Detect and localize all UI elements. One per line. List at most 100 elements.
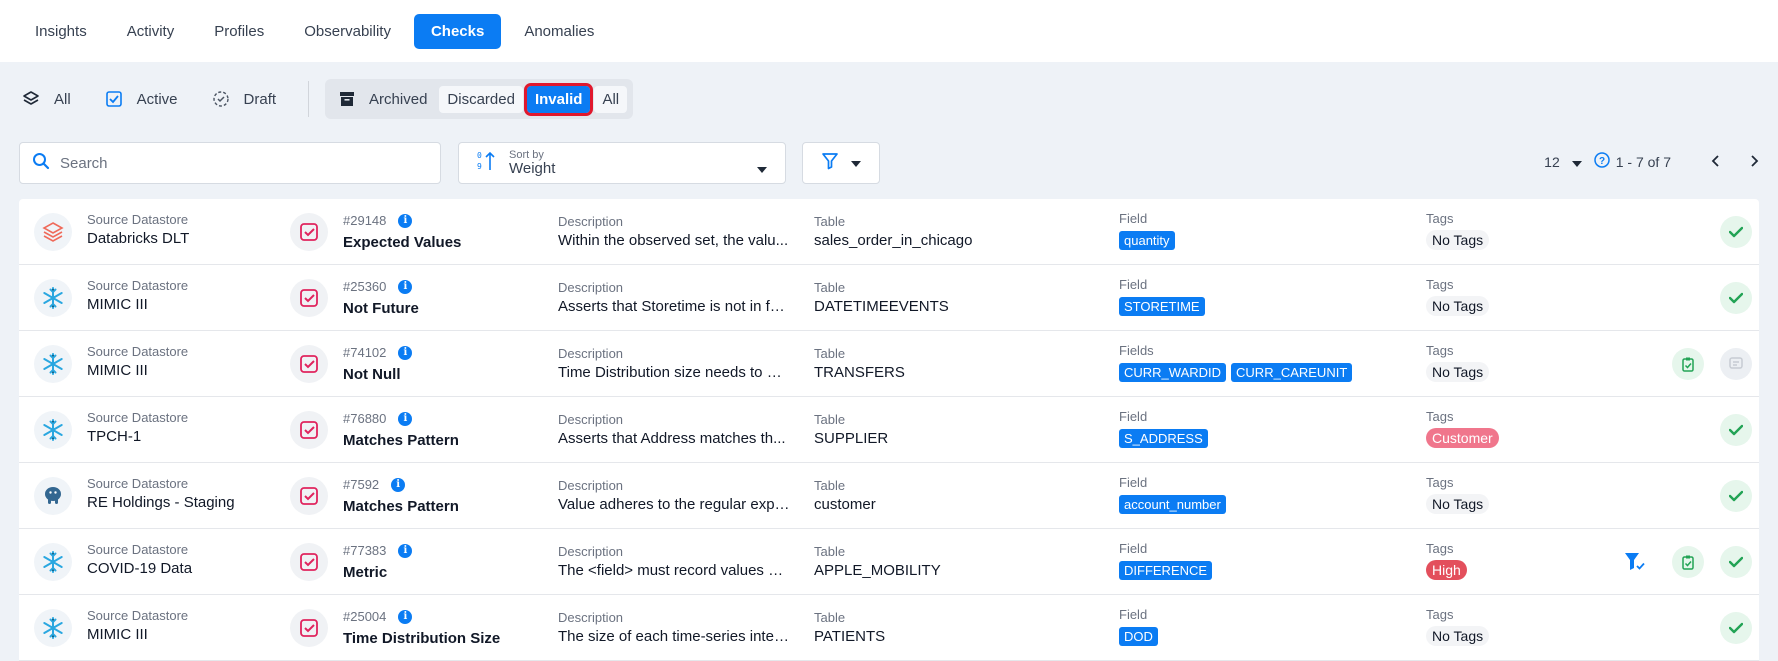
status-active-button[interactable]: Active <box>103 88 178 110</box>
check-id[interactable]: #74102 i <box>343 345 413 360</box>
table-cell: Table APPLE_MOBILITY <box>814 544 941 579</box>
archived-discarded-button[interactable]: Discarded <box>439 85 523 113</box>
tab-insights[interactable]: Insights <box>18 14 104 49</box>
datastore-name: MIMIC III <box>87 296 148 313</box>
comment-icon[interactable] <box>1720 348 1752 380</box>
valid-check-icon[interactable] <box>1720 546 1752 578</box>
snowflake-icon <box>43 353 63 375</box>
next-page-icon[interactable] <box>1751 154 1759 170</box>
info-icon[interactable]: i <box>398 345 413 360</box>
page-range: 1 - 7 of 7 <box>1615 153 1671 170</box>
status-archived-button[interactable]: Archived <box>331 91 435 108</box>
tab-profiles[interactable]: Profiles <box>197 14 281 49</box>
archived-invalid-button[interactable]: Invalid <box>523 82 594 116</box>
description-value: The size of each time-series inter... <box>558 628 790 645</box>
tag-badge: Customer <box>1426 428 1499 448</box>
check-row[interactable]: Source Datastore Databricks DLT #29148 i … <box>19 199 1759 265</box>
tags-label: Tags <box>1426 607 1454 622</box>
valid-check-icon[interactable] <box>1720 612 1752 644</box>
filter-button[interactable] <box>802 142 880 184</box>
check-id[interactable]: #25004 i <box>343 609 413 624</box>
check-row[interactable]: Source Datastore MIMIC III #25004 i Time … <box>19 595 1759 661</box>
datastore-label: Source Datastore <box>87 476 189 491</box>
table-cell: Table sales_order_in_chicago <box>814 214 972 249</box>
info-icon[interactable]: i <box>398 213 413 228</box>
snowflake-icon <box>43 287 63 309</box>
tags-label: Tags <box>1426 409 1454 424</box>
field-cell: Field STORETIME <box>1119 277 1205 316</box>
check-id[interactable]: #76880 i <box>343 411 413 426</box>
check-cell: #25360 i Not Future <box>343 278 419 317</box>
tags-cell: Tags No Tags <box>1426 607 1490 646</box>
help-icon[interactable]: ? <box>1593 152 1610 171</box>
info-icon[interactable]: i <box>398 279 413 294</box>
valid-check-icon[interactable] <box>1720 480 1752 512</box>
field-label: Field <box>1119 541 1148 556</box>
tab-checks[interactable]: Checks <box>413 13 502 49</box>
datastore-icon <box>34 279 72 317</box>
tab-anomalies[interactable]: Anomalies <box>507 14 611 49</box>
table-value: SUPPLIER <box>814 430 889 447</box>
tab-activity[interactable]: Activity <box>110 14 192 49</box>
field-chip: DIFFERENCE <box>1119 561 1213 580</box>
check-row[interactable]: Source Datastore COVID-19 Data #77383 i M… <box>19 529 1759 595</box>
table-label: Table <box>814 280 846 295</box>
check-row[interactable]: Source Datastore RE Holdings - Staging #… <box>19 463 1759 529</box>
check-name: Matches Pattern <box>343 498 459 515</box>
datastore-cell: Source Datastore MIMIC III <box>87 608 188 643</box>
tags-cell: Tags No Tags <box>1426 211 1490 250</box>
info-icon[interactable]: i <box>398 609 413 624</box>
valid-check-icon[interactable] <box>1720 282 1752 314</box>
check-row[interactable]: Source Datastore MIMIC III #25360 i Not F… <box>19 265 1759 331</box>
funnel-check-icon[interactable] <box>1619 546 1651 578</box>
info-icon[interactable]: i <box>391 477 406 492</box>
tags-cell: Tags No Tags <box>1426 343 1490 382</box>
field-label: Field <box>1119 475 1148 490</box>
status-all-button[interactable]: All <box>20 88 71 110</box>
info-icon[interactable]: i <box>398 543 413 558</box>
archived-all-button[interactable]: All <box>594 85 628 113</box>
field-chips: account_number <box>1119 495 1226 514</box>
check-row[interactable]: Source Datastore MIMIC III #74102 i Not N… <box>19 331 1759 397</box>
table-cell: Table PATIENTS <box>814 610 885 645</box>
table-label: Table <box>814 544 846 559</box>
field-cell: Field DIFFERENCE <box>1119 541 1213 580</box>
check-row[interactable]: Source Datastore TPCH-1 #76880 i Matches … <box>19 397 1759 463</box>
chevron-down-icon[interactable] <box>1571 154 1582 170</box>
datastore-icon <box>34 609 72 647</box>
archive-box-icon <box>339 91 355 107</box>
check-id[interactable]: #77383 i <box>343 543 413 558</box>
clipboard-check-icon[interactable] <box>1672 348 1704 380</box>
tags-label: Tags <box>1426 541 1454 556</box>
search-input[interactable] <box>60 154 420 172</box>
check-id[interactable]: #25360 i <box>343 279 413 294</box>
search-box <box>19 142 441 184</box>
description-value: Asserts that Address matches th... <box>558 430 786 447</box>
datastore-cell: Source Datastore RE Holdings - Staging <box>87 476 235 511</box>
valid-check-icon[interactable] <box>1720 414 1752 446</box>
datastore-icon <box>34 411 72 449</box>
sort-text: Sort by Weight <box>509 149 555 178</box>
per-page-select[interactable]: 12 <box>1544 154 1560 170</box>
check-name: Not Null <box>343 366 401 383</box>
datastore-label: Source Datastore <box>87 344 189 359</box>
field-chips: CURR_WARDID CURR_CAREUNIT <box>1119 363 1353 382</box>
info-icon[interactable]: i <box>398 411 413 426</box>
check-icon <box>290 213 328 251</box>
status-draft-button[interactable]: Draft <box>210 88 276 110</box>
field-cell: Field DOD <box>1119 607 1158 646</box>
description-value: Asserts that Storetime is not in fu... <box>558 298 790 315</box>
check-id[interactable]: #7592 i <box>343 477 406 492</box>
clipboard-check-icon[interactable] <box>1672 546 1704 578</box>
table-cell: Table TRANSFERS <box>814 346 905 381</box>
pagination: 12 ? 1 - 7 of 7 <box>1544 152 1759 171</box>
status-all-label: All <box>54 90 71 108</box>
tab-observability[interactable]: Observability <box>287 14 408 49</box>
table-cell: Table SUPPLIER <box>814 412 888 447</box>
sort-select[interactable]: 09 Sort by Weight <box>458 142 786 184</box>
check-id[interactable]: #29148 i <box>343 213 413 228</box>
postgres-icon <box>45 487 61 504</box>
valid-check-icon[interactable] <box>1720 216 1752 248</box>
prev-page-icon[interactable] <box>1711 154 1719 170</box>
field-label: Field <box>1119 409 1148 424</box>
